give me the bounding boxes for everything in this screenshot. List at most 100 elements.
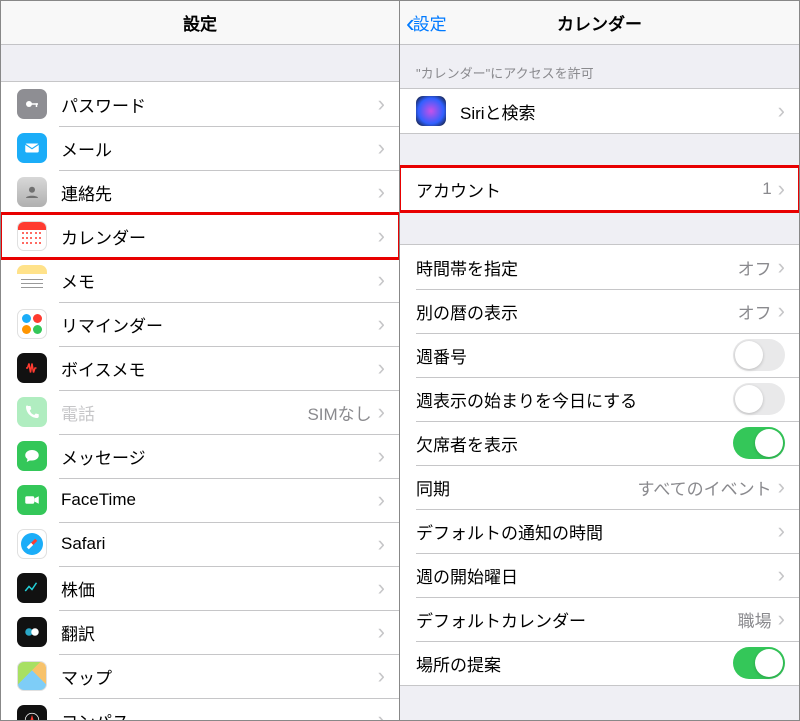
calendar-settings-list[interactable]: "カレンダー"にアクセスを許可 Siriと検索 › アカウント 1 › 時間帯を… xyxy=(400,45,799,720)
phone-icon xyxy=(17,397,47,427)
toggle-switch[interactable] xyxy=(733,339,785,371)
chevron-right-icon: › xyxy=(778,256,785,278)
settings-row-reminders[interactable]: リマインダー› xyxy=(1,302,399,346)
facetime-icon xyxy=(17,485,47,515)
section-header-access: "カレンダー"にアクセスを許可 xyxy=(400,45,799,88)
settings-row-voicememo[interactable]: ボイスメモ› xyxy=(1,346,399,390)
row-siri-search[interactable]: Siriと検索 › xyxy=(400,89,799,133)
calendar-row-0[interactable]: 時間帯を指定オフ › xyxy=(400,245,799,289)
calendar-pane: ‹ 設定 カレンダー "カレンダー"にアクセスを許可 Siriと検索 › アカウ… xyxy=(400,1,799,720)
row-value: 1 xyxy=(762,179,771,199)
row-accounts[interactable]: アカウント 1 › xyxy=(400,167,799,211)
calendar-row-8[interactable]: デフォルトカレンダー職場› xyxy=(400,597,799,641)
row-label: 週の開始曜日 xyxy=(416,563,778,588)
settings-row-messages[interactable]: メッセージ› xyxy=(1,434,399,478)
chevron-right-icon: › xyxy=(778,564,785,586)
chevron-right-icon: › xyxy=(378,621,385,643)
calendar-row-5[interactable]: 同期すべてのイベント › xyxy=(400,465,799,509)
chevron-right-icon: › xyxy=(378,357,385,379)
row-label: 欠席者を表示 xyxy=(416,431,733,456)
row-label: 株価 xyxy=(61,576,378,601)
row-label: 翻訳 xyxy=(61,620,378,645)
settings-row-calendar[interactable]: カレンダー› xyxy=(1,214,399,258)
row-value: SIMなし xyxy=(307,400,371,425)
chevron-right-icon: › xyxy=(378,401,385,423)
row-label: 時間帯を指定 xyxy=(416,255,738,280)
settings-row-safari[interactable]: Safari› xyxy=(1,522,399,566)
chevron-right-icon: › xyxy=(778,476,785,498)
chevron-right-icon: › xyxy=(778,100,785,122)
settings-row-stocks[interactable]: 株価› xyxy=(1,566,399,610)
page-title: カレンダー xyxy=(557,10,642,35)
settings-row-mail[interactable]: メール› xyxy=(1,126,399,170)
row-value: 職場 xyxy=(738,607,772,632)
calendar-row-2[interactable]: 週番号 xyxy=(400,333,799,377)
toggle-switch[interactable] xyxy=(733,427,785,459)
settings-row-notes[interactable]: メモ› xyxy=(1,258,399,302)
settings-row-maps[interactable]: マップ› xyxy=(1,654,399,698)
calendar-row-3[interactable]: 週表示の始まりを今日にする xyxy=(400,377,799,421)
row-label: デフォルトカレンダー xyxy=(416,607,738,632)
reminders-icon xyxy=(17,309,47,339)
row-label: Safari xyxy=(61,534,378,554)
settings-row-phone[interactable]: 電話SIMなし › xyxy=(1,390,399,434)
row-label: メッセージ xyxy=(61,444,378,469)
row-label: 週番号 xyxy=(416,343,733,368)
translate-icon xyxy=(17,617,47,647)
messages-icon xyxy=(17,441,47,471)
chevron-right-icon: › xyxy=(378,533,385,555)
settings-row-translate[interactable]: 翻訳› xyxy=(1,610,399,654)
chevron-right-icon: › xyxy=(378,577,385,599)
back-button[interactable]: ‹ 設定 xyxy=(406,10,447,36)
chevron-right-icon: › xyxy=(378,445,385,467)
calendar-row-4[interactable]: 欠席者を表示 xyxy=(400,421,799,465)
row-label: 場所の提案 xyxy=(416,651,733,676)
row-label: アカウント xyxy=(416,177,762,202)
chevron-right-icon: › xyxy=(378,489,385,511)
row-label: カレンダー xyxy=(61,224,378,249)
row-value: すべてのイベント xyxy=(638,475,772,500)
row-value: オフ xyxy=(738,255,772,280)
maps-icon xyxy=(17,661,47,691)
password-icon xyxy=(17,89,47,119)
mail-icon xyxy=(17,133,47,163)
row-label: メモ xyxy=(61,268,378,293)
calendar-row-1[interactable]: 別の暦の表示オフ› xyxy=(400,289,799,333)
chevron-right-icon: › xyxy=(778,520,785,542)
voicememo-icon xyxy=(17,353,47,383)
row-label: パスワード xyxy=(61,92,378,117)
page-title: 設定 xyxy=(183,10,217,35)
row-label: FaceTime xyxy=(61,490,378,510)
chevron-right-icon: › xyxy=(378,93,385,115)
row-label: ボイスメモ xyxy=(61,356,378,381)
calendar-row-7[interactable]: 週の開始曜日› xyxy=(400,553,799,597)
settings-list[interactable]: パスワード›メール›連絡先›カレンダー›メモ›リマインダー›ボイスメモ›電話SI… xyxy=(1,45,399,720)
row-label: メール xyxy=(61,136,378,161)
toggle-switch[interactable] xyxy=(733,383,785,415)
row-label: コンパス xyxy=(61,708,378,721)
compass-icon xyxy=(17,705,47,720)
chevron-right-icon: › xyxy=(378,137,385,159)
settings-row-contacts[interactable]: 連絡先› xyxy=(1,170,399,214)
chevron-right-icon: › xyxy=(778,178,785,200)
back-label: 設定 xyxy=(413,10,447,35)
chevron-right-icon: › xyxy=(378,665,385,687)
settings-row-compass[interactable]: コンパス› xyxy=(1,698,399,720)
row-value: オフ xyxy=(738,299,772,324)
toggle-switch[interactable] xyxy=(733,647,785,679)
settings-row-facetime[interactable]: FaceTime› xyxy=(1,478,399,522)
row-label: デフォルトの通知の時間 xyxy=(416,519,778,544)
row-label: 連絡先 xyxy=(61,180,378,205)
chevron-right-icon: › xyxy=(778,300,785,322)
notes-icon xyxy=(17,265,47,295)
calendar-icon xyxy=(17,221,47,251)
calendar-row-6[interactable]: デフォルトの通知の時間› xyxy=(400,509,799,553)
row-label: 同期 xyxy=(416,475,638,500)
settings-row-password[interactable]: パスワード› xyxy=(1,82,399,126)
row-label: 電話 xyxy=(61,400,307,425)
siri-icon xyxy=(416,96,446,126)
row-label: Siriと検索 xyxy=(460,99,778,124)
settings-pane: 設定 パスワード›メール›連絡先›カレンダー›メモ›リマインダー›ボイスメモ›電… xyxy=(1,1,400,720)
chevron-right-icon: › xyxy=(378,709,385,720)
calendar-row-9[interactable]: 場所の提案 xyxy=(400,641,799,685)
